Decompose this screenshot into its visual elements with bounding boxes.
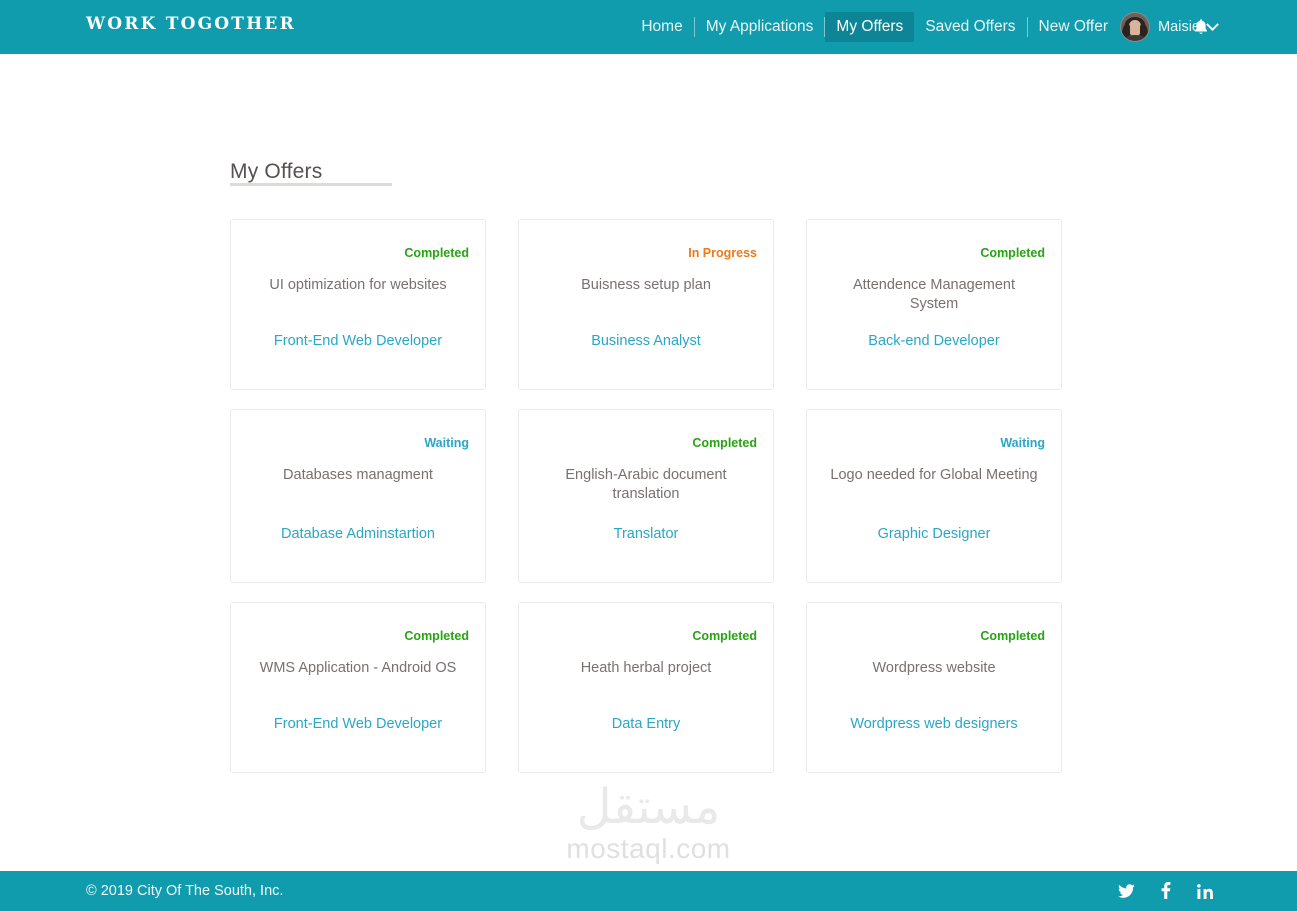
- offer-card[interactable]: Waiting Databases managment Database Adm…: [230, 409, 486, 583]
- status-badge: Waiting: [424, 436, 469, 450]
- offer-title: Logo needed for Global Meeting: [830, 467, 1038, 483]
- nav-item-home[interactable]: Home: [630, 12, 693, 42]
- social-links: [1118, 882, 1213, 899]
- bell-icon[interactable]: [1193, 18, 1209, 36]
- facebook-icon[interactable]: [1157, 882, 1174, 899]
- offer-role-link[interactable]: Business Analyst: [535, 332, 757, 351]
- offer-title: Wordpress website: [872, 660, 996, 676]
- offer-title: Buisness setup plan: [581, 277, 711, 293]
- offer-title: Databases managment: [283, 467, 433, 483]
- offer-role-link[interactable]: Front-End Web Developer: [247, 715, 469, 734]
- brand-logo[interactable]: WORK TOGOTHER: [86, 14, 296, 34]
- nav-item-saved-offers[interactable]: Saved Offers: [914, 12, 1026, 42]
- page-title: My Offers: [230, 160, 323, 184]
- offer-card[interactable]: Waiting Logo needed for Global Meeting G…: [806, 409, 1062, 583]
- offer-role-link[interactable]: Database Adminstartion: [247, 525, 469, 544]
- offer-card[interactable]: Completed WMS Application - Android OS F…: [230, 602, 486, 773]
- status-badge: Completed: [692, 629, 757, 643]
- status-badge: Waiting: [1000, 436, 1045, 450]
- site-header: WORK TOGOTHER Home My Applications My Of…: [0, 0, 1297, 54]
- main-content: My Offers Completed UI optimization for …: [0, 54, 1297, 871]
- status-badge: Completed: [980, 629, 1045, 643]
- offer-title: WMS Application - Android OS: [259, 660, 457, 676]
- nav-item-my-offers[interactable]: My Offers: [825, 12, 915, 42]
- title-underline: [230, 183, 392, 186]
- offer-card[interactable]: In Progress Buisness setup plan Business…: [518, 219, 774, 390]
- offer-role-link[interactable]: Translator: [535, 525, 757, 544]
- avatar: [1120, 12, 1151, 42]
- offer-title: Heath herbal project: [580, 660, 712, 676]
- status-badge: Completed: [980, 246, 1045, 260]
- offer-card[interactable]: Completed Heath herbal project Data Entr…: [518, 602, 774, 773]
- watermark-latin-text: mostaql.com: [566, 833, 731, 864]
- status-badge: In Progress: [688, 246, 757, 260]
- status-badge: Completed: [692, 436, 757, 450]
- twitter-icon[interactable]: [1118, 882, 1135, 899]
- offer-title: UI optimization for websites: [269, 277, 447, 293]
- watermark-arabic-text: مستقل: [576, 779, 721, 835]
- offers-grid: Completed UI optimization for websites F…: [230, 219, 1075, 773]
- status-badge: Completed: [404, 629, 469, 643]
- offer-title: Attendence Management System: [852, 277, 1016, 312]
- status-badge: Completed: [404, 246, 469, 260]
- offer-card[interactable]: Completed UI optimization for websites F…: [230, 219, 486, 390]
- offer-role-link[interactable]: Back-end Developer: [823, 332, 1045, 351]
- offer-role-link[interactable]: Wordpress web designers: [823, 715, 1045, 734]
- offer-role-link[interactable]: Data Entry: [535, 715, 757, 734]
- offer-title: English-Arabic document translation: [565, 467, 727, 502]
- offer-card[interactable]: Completed Wordpress website Wordpress we…: [806, 602, 1062, 773]
- mostaql-watermark: مستقل mostaql.com: [0, 781, 1297, 865]
- offer-card[interactable]: Completed Attendence Management System B…: [806, 219, 1062, 390]
- site-footer: © 2019 City Of The South, Inc.: [0, 871, 1297, 911]
- copyright-text: © 2019 City Of The South, Inc.: [86, 883, 284, 899]
- nav-item-my-applications[interactable]: My Applications: [695, 12, 825, 42]
- nav-item-new-offer[interactable]: New Offer: [1028, 12, 1120, 42]
- linkedin-icon[interactable]: [1196, 882, 1213, 899]
- offer-role-link[interactable]: Front-End Web Developer: [247, 332, 469, 351]
- offer-card[interactable]: Completed English-Arabic document transl…: [518, 409, 774, 583]
- main-navigation: Home My Applications My Offers Saved Off…: [630, 0, 1119, 54]
- offer-role-link[interactable]: Graphic Designer: [823, 525, 1045, 544]
